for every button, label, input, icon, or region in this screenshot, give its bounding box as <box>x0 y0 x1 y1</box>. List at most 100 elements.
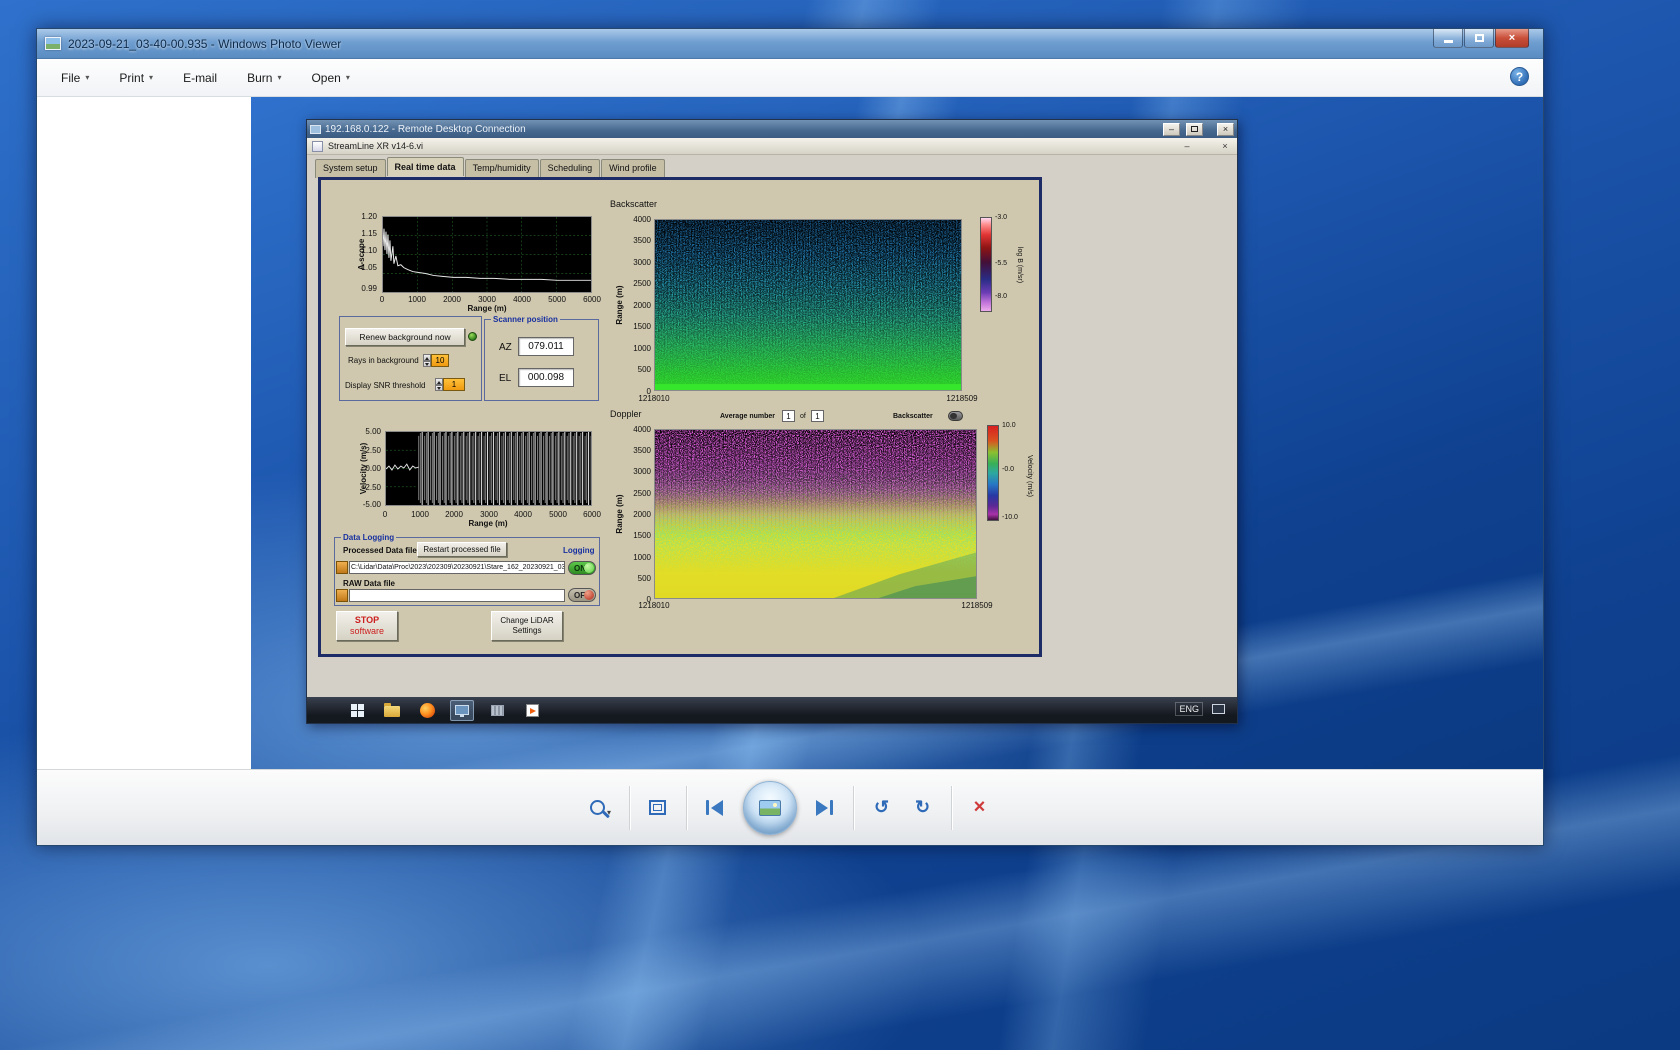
rotate-ccw-button[interactable]: ↺ <box>869 791 895 825</box>
help-icon[interactable]: ? <box>1510 67 1529 86</box>
ascope-xtick: 0 <box>380 295 384 304</box>
velocity-xtick: 4000 <box>514 510 532 519</box>
logging-label: Logging <box>563 546 595 555</box>
processed-path-field[interactable]: C:\Lidar\Data\Proc\2023\202309\20230921\… <box>349 561 565 574</box>
photo-viewer-titlebar: 2023-09-21_03-40-00.935 - Windows Photo … <box>37 29 1543 59</box>
firefox-logo-icon <box>420 703 435 718</box>
bs-ytick: 500 <box>621 365 651 374</box>
snr-threshold-label: Display SNR threshold <box>345 381 425 390</box>
menu-file[interactable]: File▾ <box>61 71 89 85</box>
snr-value-field[interactable]: 1 <box>443 378 465 391</box>
dp-noise-overlay <box>655 430 976 598</box>
change-lidar-settings-button[interactable]: Change LiDAR Settings <box>491 611 563 641</box>
velocity-xtick: 0 <box>383 510 387 519</box>
labview-app-icon <box>312 141 323 152</box>
processed-logging-toggle[interactable]: ON <box>568 561 596 575</box>
bs-ytick: 3000 <box>621 258 651 267</box>
app-taskbar-icon[interactable] <box>485 700 509 721</box>
folder-icon[interactable] <box>336 589 348 602</box>
processed-file-label: Processed Data file <box>343 546 417 555</box>
tab-temp-humidity[interactable]: Temp/humidity <box>465 159 539 178</box>
rdp-maximize-button[interactable] <box>1186 123 1203 136</box>
rdp-taskbar-icon[interactable] <box>450 700 474 721</box>
of-label: of <box>800 413 806 420</box>
next-bar-icon <box>830 800 833 815</box>
toolbar-divider <box>853 786 854 830</box>
rays-value-field[interactable]: 10 <box>431 354 449 367</box>
panel-frame: A-scope 1.20 1.15 1.10 1.05 0.99 <box>318 177 1042 657</box>
firefox-icon[interactable] <box>415 700 439 721</box>
raw-logging-toggle[interactable]: OFF <box>568 588 596 602</box>
rays-spinner[interactable] <box>423 354 431 367</box>
play-slideshow-button[interactable] <box>743 781 797 835</box>
rdp-close-button[interactable]: × <box>1217 123 1234 136</box>
menu-open[interactable]: Open▾ <box>311 71 349 85</box>
menu-print[interactable]: Print ▾ <box>119 71 153 85</box>
average-number-field[interactable]: 1 <box>782 410 795 422</box>
velocity-ytick: -2.50 <box>349 483 381 492</box>
average-total-field[interactable]: 1 <box>811 410 824 422</box>
zoom-button[interactable]: ▾ <box>588 791 614 825</box>
dp-ytick: 4000 <box>621 425 651 434</box>
maximize-button[interactable] <box>1464 29 1494 48</box>
file-explorer-icon[interactable] <box>380 700 404 721</box>
velocity-ytick: 2.50 <box>349 446 381 455</box>
actual-size-button[interactable] <box>645 791 671 825</box>
rdp-minimize-button[interactable]: – <box>1163 123 1180 136</box>
minimize-button[interactable] <box>1433 29 1463 48</box>
previous-button[interactable] <box>702 791 728 825</box>
backscatter-heatmap <box>654 219 962 391</box>
chevron-down-icon: ▾ <box>149 73 153 82</box>
tab-bar: System setup Real time data Temp/humidit… <box>315 159 666 178</box>
tab-system-setup[interactable]: System setup <box>315 159 386 178</box>
language-indicator[interactable]: ENG <box>1175 702 1203 716</box>
backscatter-toggle[interactable] <box>948 411 963 421</box>
bs-ytick: 1000 <box>621 344 651 353</box>
menu-burn[interactable]: Burn▾ <box>247 71 281 85</box>
window-controls: × <box>1432 29 1529 48</box>
start-icon[interactable] <box>345 700 369 721</box>
menu-print-label: Print <box>119 71 144 85</box>
ascope-xtick: 1000 <box>408 295 426 304</box>
bs-x-start: 1218010 <box>638 394 669 403</box>
next-button[interactable] <box>812 791 838 825</box>
delete-button[interactable]: × <box>967 791 993 825</box>
ascope-xtick: 5000 <box>548 295 566 304</box>
average-number-label: Average number <box>720 413 775 420</box>
rotate-cw-button[interactable]: ↻ <box>910 791 936 825</box>
ascope-ytick: 1.15 <box>349 229 377 238</box>
velocity-plot <box>385 431 592 506</box>
tab-scheduling[interactable]: Scheduling <box>540 159 601 178</box>
restart-processed-file-button[interactable]: Restart processed file <box>417 542 507 557</box>
tab-wind-profile[interactable]: Wind profile <box>601 159 665 178</box>
bs-ytick: 3500 <box>621 236 651 245</box>
dp-ytick: 2500 <box>621 489 651 498</box>
scanner-position-title: Scanner position <box>491 315 560 324</box>
scanner-position-box: Scanner position AZ 079.011 EL 000.098 <box>484 319 599 401</box>
dp-colorbar-label: Velocity (m/s) <box>1026 430 1033 522</box>
renew-led-icon <box>468 332 477 341</box>
backscatter-colorbar <box>980 217 992 312</box>
dp-cb-tick: 10.0 <box>1002 421 1016 430</box>
minimize-icon <box>1444 40 1453 43</box>
folder-icon[interactable] <box>336 561 348 574</box>
chevron-down-icon: ▾ <box>85 73 89 82</box>
ascope-ytick: 0.99 <box>349 284 377 293</box>
raw-path-field[interactable] <box>349 589 565 602</box>
labview-taskbar-icon[interactable] <box>520 700 544 721</box>
tray-display-icon[interactable] <box>1212 704 1225 714</box>
bs-ytick: 1500 <box>621 322 651 331</box>
toolbar-divider <box>951 786 952 830</box>
app-close-button[interactable]: × <box>1218 141 1232 151</box>
renew-background-button[interactable]: Renew background now <box>345 328 465 346</box>
raw-file-label: RAW Data file <box>343 579 395 588</box>
menu-email[interactable]: E-mail <box>183 71 217 85</box>
stop-software-button[interactable]: STOP software <box>336 611 398 641</box>
tab-real-time-data[interactable]: Real time data <box>387 157 464 176</box>
app-minimize-button[interactable]: – <box>1180 141 1194 151</box>
snr-spinner[interactable] <box>435 378 443 391</box>
magnifier-icon <box>590 800 605 815</box>
close-button[interactable]: × <box>1495 29 1529 48</box>
bs-ytick: 2000 <box>621 301 651 310</box>
photo-viewer-app-icon <box>45 37 61 50</box>
